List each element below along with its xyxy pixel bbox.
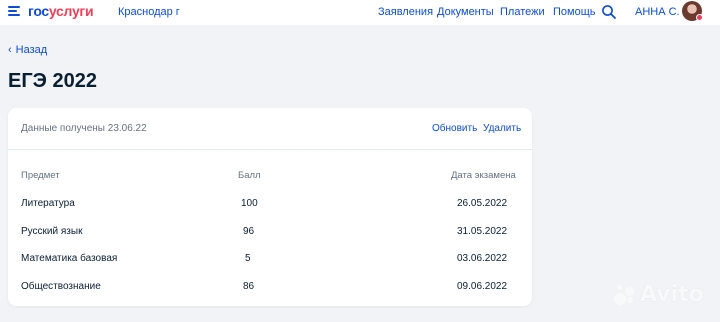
logo-part-uslugi: услуги: [48, 3, 94, 19]
back-label: Назад: [15, 44, 48, 56]
menu-icon[interactable]: [8, 6, 20, 16]
subject-cell: Обществознание: [21, 281, 101, 292]
refresh-button[interactable]: Обновить: [432, 123, 477, 134]
score-cell: 86: [243, 281, 255, 292]
card-header: Данные получены 23.06.22 Обновить Удалит…: [8, 108, 532, 150]
date-cell: 31.05.2022: [457, 226, 508, 237]
gosuslugi-logo[interactable]: госуслуги: [28, 3, 94, 19]
column-header-exam-date: Дата экзамена: [451, 170, 516, 181]
chevron-left-icon: ‹: [8, 44, 12, 56]
avito-watermark-text: Avito: [640, 282, 704, 307]
avito-watermark: Avito: [612, 282, 704, 307]
logo-part-gos: гос: [28, 3, 49, 19]
delete-button[interactable]: Удалить: [483, 123, 521, 134]
top-header: госуслуги Краснодар г Заявления Документ…: [0, 0, 720, 25]
received-date: Данные получены 23.06.22: [21, 123, 147, 134]
subject-cell: Русский язык: [21, 226, 83, 237]
date-cell: 03.06.2022: [457, 253, 508, 264]
score-cell: 96: [243, 226, 255, 237]
subject-cell: Литература: [21, 198, 75, 209]
nav-payments[interactable]: Платежи: [500, 6, 545, 18]
avito-logo-icon: [612, 283, 636, 307]
score-cell: 100: [241, 198, 258, 209]
nav-applications[interactable]: Заявления: [378, 6, 433, 18]
notification-dot: [696, 14, 703, 21]
score-cell: 5: [245, 253, 251, 264]
column-header-score: Балл: [238, 170, 261, 181]
subject-cell: Математика базовая: [21, 253, 118, 264]
nav-documents[interactable]: Документы: [437, 6, 494, 18]
date-cell: 09.06.2022: [457, 281, 508, 292]
column-header-subject: Предмет: [21, 170, 60, 181]
page-title: ЕГЭ 2022: [8, 70, 97, 92]
nav-help[interactable]: Помощь: [553, 6, 596, 18]
user-menu[interactable]: АННА С.: [635, 6, 680, 18]
date-cell: 26.05.2022: [457, 198, 508, 209]
region-selector[interactable]: Краснодар г: [118, 6, 180, 18]
exam-results-card: Данные получены 23.06.22 Обновить Удалит…: [8, 108, 532, 306]
back-link[interactable]: ‹ Назад: [8, 44, 47, 56]
search-icon[interactable]: [601, 4, 617, 20]
